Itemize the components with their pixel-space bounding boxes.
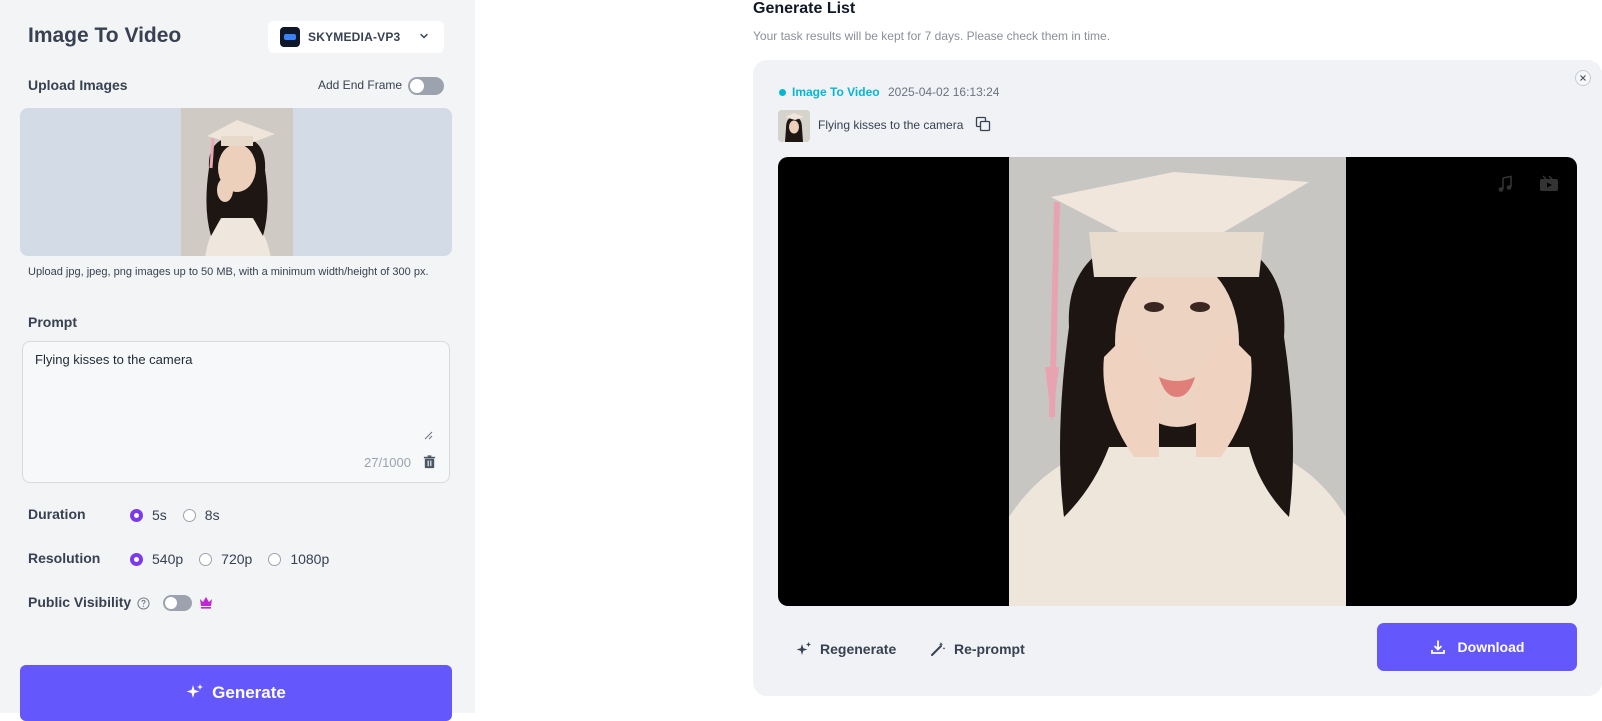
generate-label: Generate — [212, 683, 286, 702]
sparkle-icon — [796, 642, 811, 655]
duration-option-5s[interactable]: 5s — [130, 507, 167, 523]
regenerate-button[interactable]: Regenerate — [796, 641, 896, 657]
copy-icon[interactable] — [975, 116, 991, 132]
sparkle-icon — [186, 684, 204, 698]
resolution-label: Resolution — [28, 550, 101, 566]
panel-title: Image To Video — [28, 24, 182, 47]
task-timestamp: 2025-04-02 16:13:24 — [888, 85, 1000, 99]
duration-label: Duration — [28, 506, 86, 522]
duration-options: 5s 8s — [130, 507, 236, 523]
regenerate-label: Regenerate — [820, 641, 897, 657]
radio-selected-icon — [130, 552, 143, 566]
task-thumbnail — [778, 110, 810, 142]
end-frame-toggle[interactable] — [408, 77, 444, 95]
model-logo-icon — [280, 27, 300, 47]
download-icon — [1430, 640, 1445, 654]
resolution-option-540p[interactable]: 540p — [130, 551, 183, 567]
resolution-option-720p[interactable]: 720p — [199, 551, 252, 567]
visibility-label: Public Visibility — [28, 594, 132, 610]
resolution-option-label: 540p — [152, 551, 184, 567]
duration-option-label: 8s — [204, 507, 220, 523]
status-dot — [779, 89, 786, 96]
upload-hint: Upload jpg, jpeg, png images up to 50 MB… — [28, 266, 429, 278]
prompt-textarea[interactable]: Flying kisses to the camera 27/1000 — [22, 341, 450, 483]
upload-dropzone[interactable] — [20, 108, 452, 256]
resolution-option-label: 1080p — [290, 551, 330, 567]
end-frame-label: Add End Frame — [318, 78, 403, 92]
task-type: Image To Video — [792, 85, 880, 99]
crown-icon — [200, 597, 212, 609]
prompt-text: Flying kisses to the camera — [35, 352, 193, 367]
left-panel: Image To Video SKYMEDIA-VP3 Upload Image… — [0, 0, 475, 721]
music-icon[interactable] — [1496, 175, 1514, 193]
visibility-toggle[interactable] — [163, 595, 192, 611]
char-count: 27/1000 — [364, 455, 411, 470]
model-label: SKYMEDIA-VP3 — [308, 30, 401, 44]
task-prompt: Flying kisses to the camera — [818, 118, 964, 132]
radio-icon — [199, 552, 213, 566]
close-button[interactable] — [1575, 70, 1591, 86]
upload-title: Upload Images — [28, 77, 128, 93]
resolution-option-label: 720p — [221, 551, 253, 567]
resolution-options: 540p 720p 1080p — [130, 551, 345, 567]
download-label: Download — [1457, 639, 1525, 655]
download-button[interactable]: Download — [1377, 623, 1577, 671]
radio-icon — [182, 508, 196, 522]
trash-icon[interactable] — [422, 454, 437, 469]
uploaded-image — [181, 108, 293, 256]
chevron-down-icon — [420, 33, 428, 39]
task-card: Image To Video 2025-04-02 16:13:24 Flyin… — [753, 60, 1602, 696]
video-icon[interactable] — [1539, 175, 1559, 193]
close-icon — [1580, 75, 1586, 81]
prompt-title: Prompt — [28, 314, 77, 330]
generate-list-title: Generate List — [753, 0, 856, 17]
duration-option-8s[interactable]: 8s — [182, 507, 220, 523]
video-player[interactable] — [778, 157, 1577, 606]
reprompt-button[interactable]: Re-prompt — [930, 641, 1025, 657]
resolution-option-1080p[interactable]: 1080p — [268, 551, 329, 567]
generate-list-subtitle: Your task results will be kept for 7 day… — [753, 29, 1111, 43]
resize-handle-icon[interactable] — [423, 430, 433, 440]
radio-selected-icon — [130, 508, 143, 522]
help-icon[interactable] — [137, 597, 150, 610]
reprompt-label: Re-prompt — [954, 641, 1025, 657]
duration-option-label: 5s — [152, 507, 167, 523]
model-select[interactable]: SKYMEDIA-VP3 — [268, 21, 444, 53]
magic-wand-icon — [931, 642, 946, 656]
radio-icon — [268, 552, 282, 566]
video-frame — [1009, 157, 1346, 606]
